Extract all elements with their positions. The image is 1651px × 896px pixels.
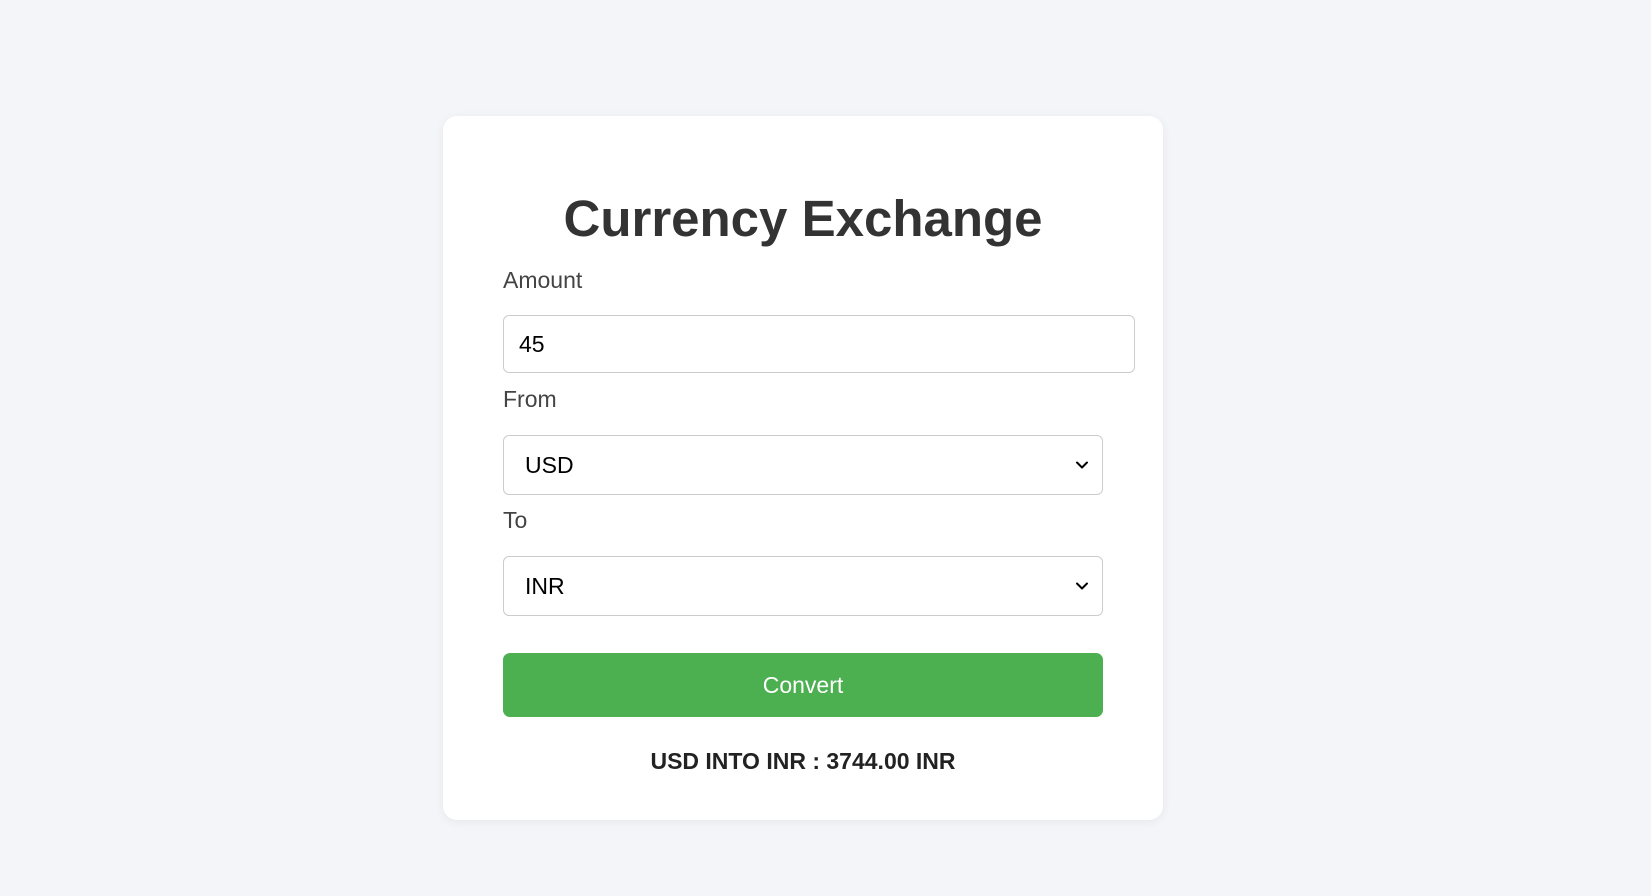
to-currency-value: INR [525, 573, 565, 599]
amount-value: 45 [519, 331, 545, 357]
chevron-down-icon [1076, 582, 1088, 590]
amount-input[interactable]: 45 [503, 315, 1135, 373]
from-currency-value: USD [525, 452, 574, 478]
currency-exchange-card: Currency Exchange Amount 45 From USD To … [443, 116, 1163, 820]
conversion-result: USD INTO INR : 3744.00 INR [650, 748, 956, 774]
convert-button[interactable]: Convert [503, 653, 1103, 717]
to-currency-select[interactable]: INR [503, 556, 1103, 616]
chevron-down-icon [1076, 461, 1088, 469]
from-currency-select[interactable]: USD [503, 435, 1103, 495]
from-label: From [503, 386, 557, 412]
page-title: Currency Exchange [563, 190, 1043, 247]
amount-label: Amount [503, 267, 583, 293]
to-label: To [503, 507, 528, 533]
